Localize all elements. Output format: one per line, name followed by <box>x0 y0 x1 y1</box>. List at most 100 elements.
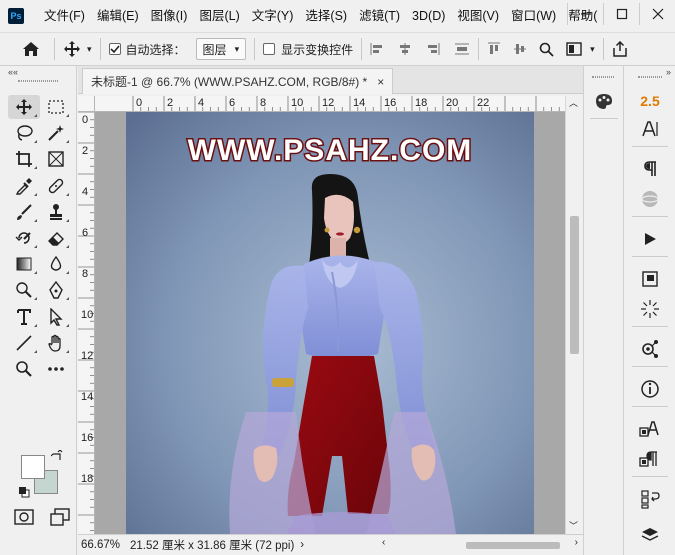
scroll-down-icon[interactable]: ﹀ <box>569 519 578 532</box>
align-middle-icon[interactable] <box>513 42 527 56</box>
eyedropper-tool[interactable] <box>8 174 40 198</box>
line-tool[interactable] <box>8 331 40 355</box>
align-center-icon[interactable] <box>398 42 412 56</box>
blur-tool[interactable] <box>40 252 72 276</box>
home-button[interactable] <box>22 41 40 57</box>
quick-mask-icon[interactable] <box>14 508 34 526</box>
eraser-icon <box>48 232 64 246</box>
paths-panel-button[interactable] <box>632 336 668 362</box>
eraser-tool[interactable] <box>40 226 72 250</box>
history-panel-button[interactable] <box>632 486 668 512</box>
path-selection-tool[interactable] <box>40 305 72 329</box>
default-colors-icon[interactable] <box>18 486 30 498</box>
search-button[interactable] <box>539 42 554 57</box>
history-brush-tool[interactable] <box>8 226 40 250</box>
workspace-button[interactable]: ▾ <box>566 42 595 56</box>
vertical-ruler[interactable]: 0 2 4 6 8 10 12 14 16 18 <box>78 112 95 534</box>
scroll-left-icon[interactable]: ‹ <box>382 537 385 548</box>
align-left-icon[interactable] <box>370 42 384 56</box>
ruler-label: 4 <box>81 186 89 198</box>
move-tool-preset[interactable]: ▾ <box>63 40 92 58</box>
show-transform-checkbox[interactable] <box>263 43 276 55</box>
dodge-tool[interactable] <box>8 278 40 302</box>
horizontal-scrollbar[interactable]: ‹ › <box>382 537 578 551</box>
scroll-right-icon[interactable]: › <box>575 537 578 548</box>
scroll-thumb[interactable] <box>570 216 579 354</box>
foreground-color[interactable] <box>21 455 45 479</box>
ruler-label: 0 <box>81 114 89 126</box>
canvas-area[interactable]: WWW.PSAHZ.COM <box>95 112 565 534</box>
align-top-icon[interactable] <box>487 42 501 56</box>
scroll-thumb[interactable] <box>466 542 560 549</box>
info-panel-button[interactable] <box>632 376 668 402</box>
menu-select[interactable]: 选择(S) <box>299 0 353 32</box>
marquee-tool[interactable] <box>40 95 72 119</box>
lasso-tool[interactable] <box>8 121 40 145</box>
horizontal-ruler[interactable]: 0 2 4 6 8 10 12 14 16 18 20 22 <box>95 96 565 112</box>
panel-grip[interactable] <box>18 80 58 82</box>
more-tools[interactable] <box>40 357 72 381</box>
menu-window[interactable]: 窗口(W) <box>505 0 562 32</box>
swatches-panel-button[interactable] <box>632 266 668 292</box>
actions-panel-button[interactable] <box>632 226 668 252</box>
ruler-label: 2 <box>81 145 89 157</box>
menu-view[interactable]: 视图(V) <box>451 0 505 32</box>
crop-tool[interactable] <box>8 147 40 171</box>
move-tool[interactable] <box>8 95 40 120</box>
swap-colors-icon[interactable] <box>51 450 63 462</box>
menu-bar: Ps 文件(F) 编辑(E) 图像(I) 图层(L) 文字(Y) 选择(S) 滤… <box>0 0 675 32</box>
vertical-scrollbar[interactable]: ︿ ﹀ <box>565 96 582 534</box>
maximize-button[interactable] <box>603 3 639 25</box>
color-panel-button[interactable] <box>586 88 622 114</box>
healing-brush-tool[interactable] <box>40 174 72 198</box>
hand-tool[interactable] <box>40 331 72 355</box>
glyphs-panel-button[interactable] <box>632 186 668 212</box>
layers-panel-button[interactable] <box>632 522 668 548</box>
pen-tool[interactable] <box>40 278 72 302</box>
menu-3d[interactable]: 3D(D) <box>406 0 451 32</box>
ruler-label: 18 <box>81 473 94 485</box>
close-button[interactable] <box>639 3 675 25</box>
status-menu-arrow[interactable]: › <box>300 539 304 551</box>
menu-file[interactable]: 文件(F) <box>38 0 91 32</box>
character-styles-button[interactable] <box>632 416 668 442</box>
share-button[interactable] <box>612 41 628 57</box>
zoom-tool[interactable] <box>8 357 40 381</box>
paragraph-styles-button[interactable] <box>632 446 668 472</box>
auto-select-checkbox[interactable] <box>108 43 121 55</box>
gradient-tool[interactable] <box>8 252 40 276</box>
paragraph-panel-button[interactable] <box>632 156 668 182</box>
layers-icon <box>641 528 659 541</box>
document-tab[interactable]: 未标题-1 @ 66.7% (WWW.PSAHZ.COM, RGB/8#) * … <box>82 68 394 94</box>
align-right-icon[interactable] <box>426 42 440 56</box>
menu-edit[interactable]: 编辑(E) <box>91 0 145 32</box>
magic-wand-tool[interactable] <box>40 121 72 145</box>
screen-mode-icon[interactable] <box>50 508 70 526</box>
menu-filter[interactable]: 滤镜(T) <box>353 0 406 32</box>
minimize-button[interactable] <box>567 3 603 25</box>
distribute-icon[interactable] <box>454 42 470 56</box>
scroll-up-icon[interactable]: ︿ <box>569 96 578 109</box>
frame-tool[interactable] <box>40 147 72 171</box>
type-tool[interactable] <box>8 305 40 329</box>
brush-tool[interactable] <box>8 200 40 224</box>
stamp-tool[interactable] <box>40 200 72 224</box>
brightness-panel-button[interactable] <box>632 296 668 322</box>
panel-grip[interactable] <box>592 76 614 78</box>
collapse-icon[interactable]: » <box>666 67 671 77</box>
zoom-level[interactable]: 66.67% <box>81 539 120 551</box>
divider <box>632 406 668 407</box>
divider <box>632 476 668 477</box>
panel-grip[interactable] <box>638 76 662 78</box>
brush-size-value[interactable]: 2.5 <box>632 88 668 114</box>
document-canvas[interactable]: WWW.PSAHZ.COM <box>126 112 534 534</box>
menu-image[interactable]: 图像(I) <box>145 0 194 32</box>
character-panel-button[interactable] <box>632 116 668 142</box>
ruler-label: 0 <box>136 97 143 109</box>
menu-type[interactable]: 文字(Y) <box>246 0 300 32</box>
close-tab-icon[interactable]: × <box>377 75 384 89</box>
menu-layer[interactable]: 图层(L) <box>193 0 245 32</box>
lasso-icon <box>17 125 33 141</box>
layer-dropdown[interactable]: 图层 ▾ <box>195 38 247 60</box>
collapse-icon[interactable]: «« <box>8 67 18 77</box>
